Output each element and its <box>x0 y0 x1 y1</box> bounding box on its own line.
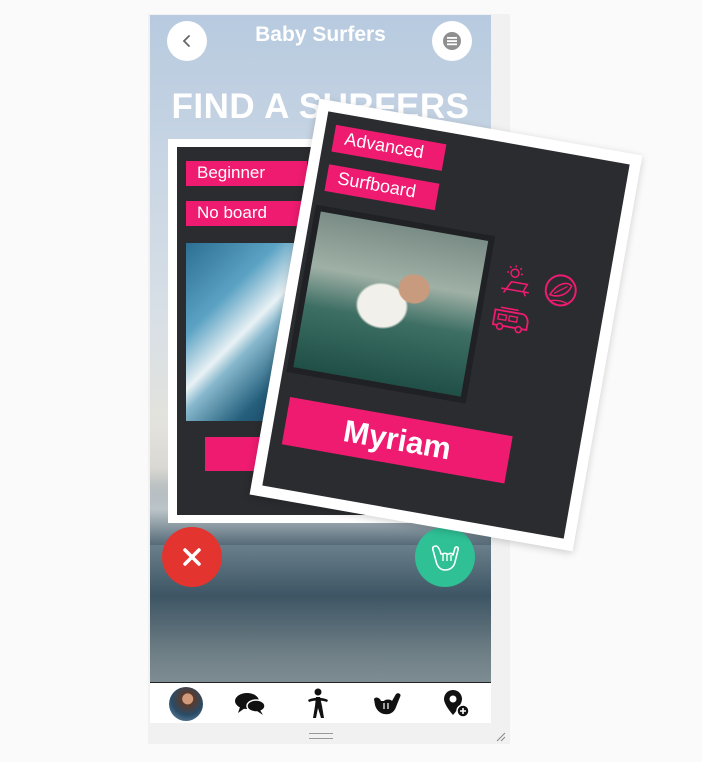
hamburger-icon <box>443 32 461 50</box>
surfer-card-front[interactable]: Advanced Surfboard Myriam <box>249 98 643 552</box>
add-location-icon <box>444 690 470 718</box>
sun-lounger-icon <box>496 262 536 306</box>
avatar <box>169 687 203 721</box>
shaka-hand-icon <box>431 545 459 571</box>
surfer-name: Myriam <box>281 397 513 484</box>
level-tag: Beginner <box>186 161 307 186</box>
close-icon <box>183 548 201 566</box>
reject-button[interactable] <box>162 527 222 587</box>
nav-surfers[interactable] <box>300 686 336 722</box>
menu-button[interactable] <box>432 21 472 61</box>
van-icon <box>488 303 533 342</box>
board-tag: No board <box>186 201 307 226</box>
nav-profile[interactable] <box>168 686 204 722</box>
drag-handle[interactable] <box>309 733 333 739</box>
chat-icon <box>235 693 266 715</box>
level-tag: Advanced <box>331 124 447 171</box>
surfboard-pin-icon <box>537 269 584 318</box>
resize-grip-icon[interactable] <box>496 729 506 742</box>
nav-matches[interactable] <box>370 686 406 722</box>
card-body: Advanced Surfboard Myriam <box>262 111 630 539</box>
surfer-icon <box>308 688 328 718</box>
nav-chat[interactable] <box>232 686 268 722</box>
board-tag: Surfboard <box>324 164 440 211</box>
shaka-hand-icon <box>374 693 401 715</box>
surfer-photo <box>293 211 489 397</box>
bottom-navigation <box>150 682 491 723</box>
nav-add-spot[interactable] <box>438 686 474 722</box>
like-button[interactable] <box>415 527 475 587</box>
